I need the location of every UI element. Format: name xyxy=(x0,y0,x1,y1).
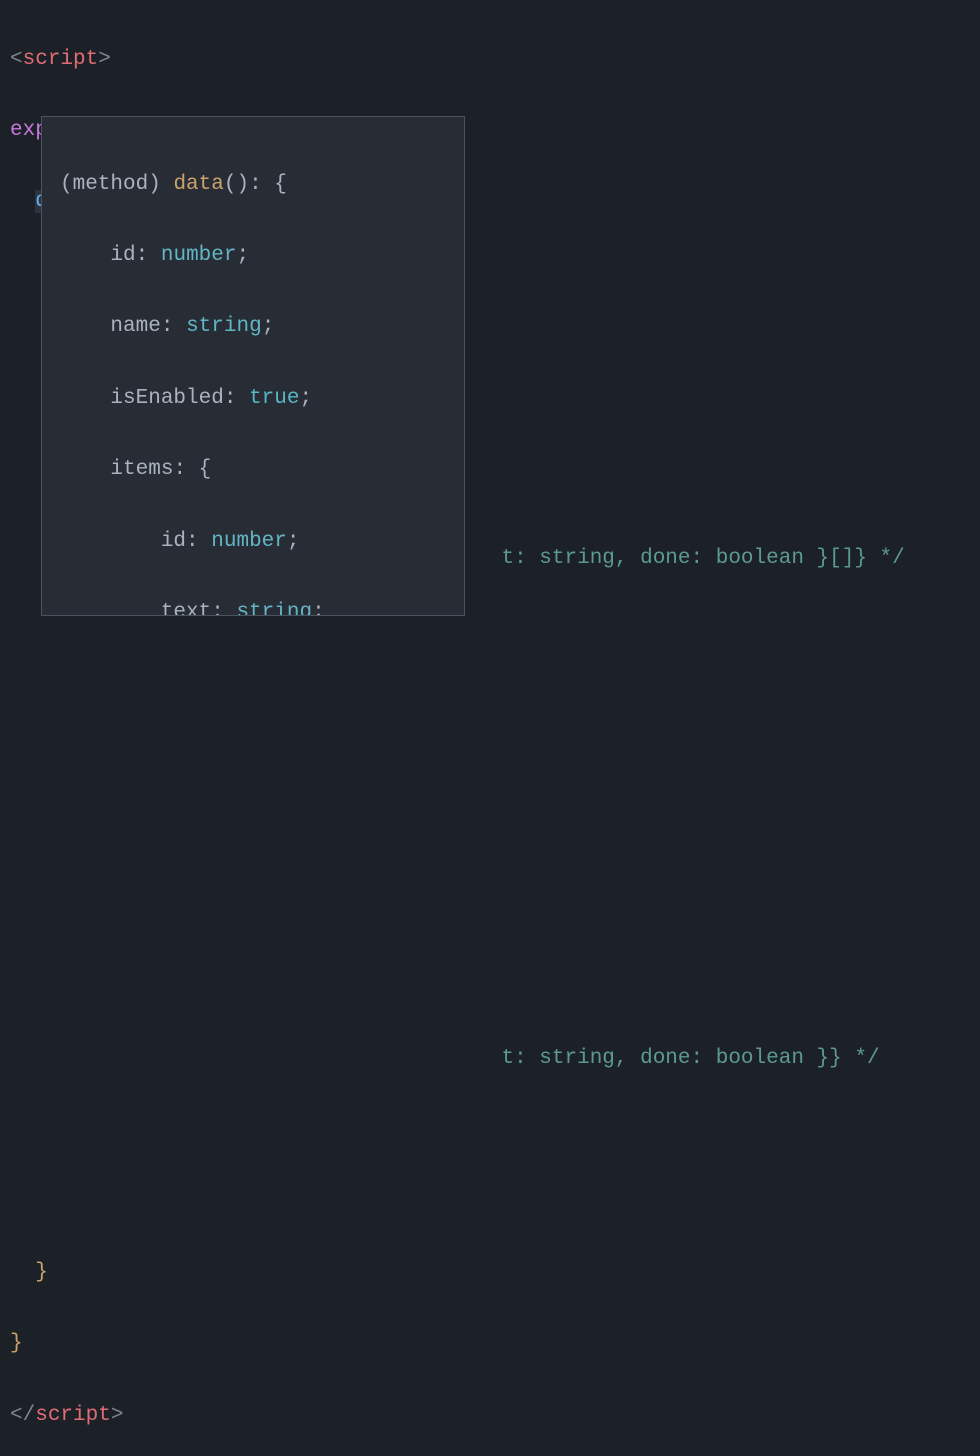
code-line: } xyxy=(10,1326,970,1362)
hover-type-tooltip: (method) data(): { id: number; name: str… xyxy=(41,116,465,616)
code-line: <script> xyxy=(10,42,970,78)
code-line xyxy=(10,1184,970,1220)
tooltip-line: (method) data(): { xyxy=(60,167,446,203)
code-line xyxy=(10,755,970,791)
code-line xyxy=(10,970,970,1006)
code-line: </script> xyxy=(10,1398,970,1434)
code-line xyxy=(10,1112,970,1148)
tooltip-line: items: { xyxy=(60,452,446,488)
tooltip-line: isEnabled: true; xyxy=(60,381,446,417)
code-line xyxy=(10,827,970,863)
tooltip-line: name: string; xyxy=(60,309,446,345)
code-line: t: string, done: boolean }} */ xyxy=(10,1041,970,1077)
tooltip-line: text: string; xyxy=(60,595,446,616)
code-line xyxy=(10,898,970,934)
tooltip-line: id: number; xyxy=(60,238,446,274)
code-line xyxy=(10,684,970,720)
jsdoc-comment-fragment: t: string, done: boolean }[]} */ xyxy=(501,547,904,570)
tooltip-line: id: number; xyxy=(60,524,446,560)
code-line xyxy=(10,613,970,649)
code-line: } xyxy=(10,1255,970,1291)
jsdoc-comment-fragment: t: string, done: boolean }} */ xyxy=(501,1047,879,1070)
